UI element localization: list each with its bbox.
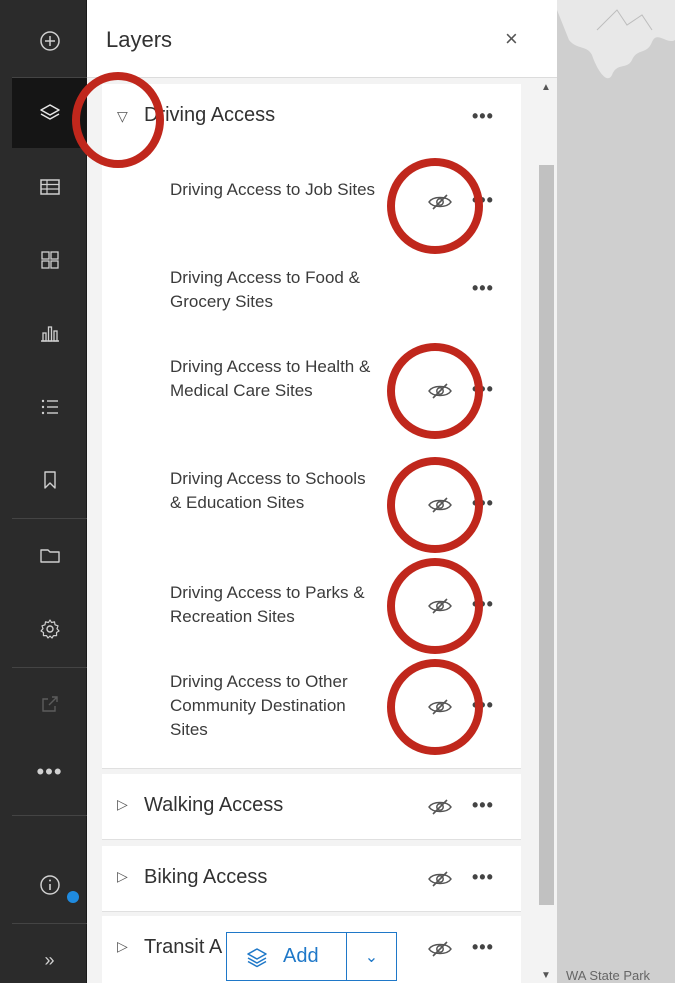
toolbar-divider — [12, 815, 87, 816]
more-options-button[interactable]: ••• — [472, 493, 494, 514]
visibility-off-icon[interactable] — [427, 192, 453, 212]
toolbar-divider — [12, 667, 87, 668]
caret-right-icon[interactable]: ▷ — [117, 868, 128, 885]
caret-right-icon[interactable]: ▷ — [117, 938, 128, 955]
gear-icon — [39, 619, 60, 639]
close-panel-button[interactable]: × — [505, 26, 518, 52]
sublayer-food-grocery[interactable]: Driving Access to Food & Grocery Sites — [170, 266, 380, 314]
chart-icon — [40, 326, 59, 342]
share-tool-button[interactable] — [12, 669, 87, 739]
layers-icon — [247, 947, 267, 967]
bookmark-tool-button[interactable] — [12, 445, 87, 515]
notification-badge — [67, 891, 79, 903]
expand-toolbar-button[interactable]: » — [12, 925, 87, 983]
add-options-dropdown-button[interactable]: ⌄ — [346, 932, 397, 981]
layers-tool-button[interactable] — [12, 78, 87, 148]
more-options-button[interactable]: ••• — [472, 594, 494, 615]
table-tool-button[interactable] — [12, 152, 87, 222]
visibility-off-icon[interactable] — [427, 697, 453, 717]
list-icon — [41, 399, 58, 415]
scroll-down-arrow-icon[interactable]: ▼ — [541, 970, 551, 981]
chevron-down-icon: ⌄ — [364, 948, 379, 966]
sublayer-job-sites[interactable]: Driving Access to Job Sites — [170, 178, 380, 202]
table-icon — [39, 179, 60, 195]
legend-icon — [40, 251, 59, 269]
more-options-button[interactable]: ••• — [472, 190, 494, 211]
layer-group-title[interactable]: Walking Access — [144, 794, 283, 817]
more-options-button[interactable]: ••• — [472, 379, 494, 400]
share-icon — [41, 696, 58, 712]
toolbar-divider — [12, 923, 87, 924]
bookmark-icon — [43, 471, 56, 489]
map-place-label: WA State Park — [566, 968, 651, 983]
layers-icon — [39, 104, 60, 120]
settings-tool-button[interactable] — [12, 594, 87, 664]
panel-title: Layers — [106, 27, 173, 52]
sublayer-health-medical[interactable]: Driving Access to Health & Medical Care … — [170, 355, 380, 403]
more-options-button[interactable]: ••• — [472, 106, 494, 127]
list-tool-button[interactable] — [12, 372, 87, 442]
add-circle-icon — [39, 31, 60, 51]
add-button-label: Add — [283, 945, 319, 967]
app-window: ••• » Layers × ▽ Driving Access ••• Driv… — [0, 0, 675, 983]
more-options-button[interactable]: ••• — [472, 695, 494, 716]
layer-group-title[interactable]: Driving Access — [144, 104, 275, 127]
visibility-off-icon[interactable] — [427, 381, 453, 401]
more-tools-button[interactable]: ••• — [12, 742, 87, 812]
more-options-button[interactable]: ••• — [472, 278, 494, 299]
visibility-off-icon[interactable] — [427, 797, 453, 817]
layer-group-walking: ▷ Walking Access ••• — [102, 774, 521, 840]
more-options-button[interactable]: ••• — [472, 867, 494, 888]
visibility-off-icon[interactable] — [427, 939, 453, 959]
expand-icon: » — [44, 949, 55, 970]
caret-down-icon[interactable]: ▽ — [117, 108, 128, 125]
folder-icon — [39, 549, 60, 563]
more-options-button[interactable]: ••• — [472, 795, 494, 816]
toolbar-divider — [12, 518, 87, 519]
visibility-off-icon[interactable] — [427, 596, 453, 616]
panel-header: Layers × — [87, 0, 557, 78]
legend-tool-button[interactable] — [12, 225, 87, 295]
add-content-button[interactable] — [12, 6, 87, 76]
layer-group-title[interactable]: Biking Access — [144, 866, 267, 889]
sublayer-other-community[interactable]: Driving Access to Other Community Destin… — [170, 670, 380, 742]
info-icon — [39, 875, 60, 895]
caret-right-icon[interactable]: ▷ — [117, 796, 128, 813]
layers-panel: Layers × ▽ Driving Access ••• Driving Ac… — [87, 0, 557, 983]
folder-tool-button[interactable] — [12, 520, 87, 590]
layer-group-biking: ▷ Biking Access ••• — [102, 846, 521, 912]
chart-tool-button[interactable] — [12, 298, 87, 368]
add-layer-button[interactable]: Add — [226, 932, 347, 981]
map-view[interactable] — [557, 0, 675, 983]
visibility-off-icon[interactable] — [427, 495, 453, 515]
more-icon: ••• — [36, 759, 63, 784]
info-tool-button[interactable] — [12, 850, 87, 920]
map-coastline-shape — [557, 0, 675, 79]
sublayer-schools-education[interactable]: Driving Access to Schools & Education Si… — [170, 467, 380, 515]
layer-group-title[interactable]: Transit A — [144, 936, 222, 959]
scrollbar-thumb[interactable] — [539, 165, 554, 905]
sublayer-parks-recreation[interactable]: Driving Access to Parks & Recreation Sit… — [170, 581, 380, 629]
left-toolbar: ••• » — [0, 0, 87, 983]
more-options-button[interactable]: ••• — [472, 937, 494, 958]
layer-group-driving: ▽ Driving Access ••• Driving Access to J… — [102, 84, 521, 769]
scroll-up-arrow-icon[interactable]: ▲ — [541, 82, 551, 93]
visibility-off-icon[interactable] — [427, 869, 453, 889]
